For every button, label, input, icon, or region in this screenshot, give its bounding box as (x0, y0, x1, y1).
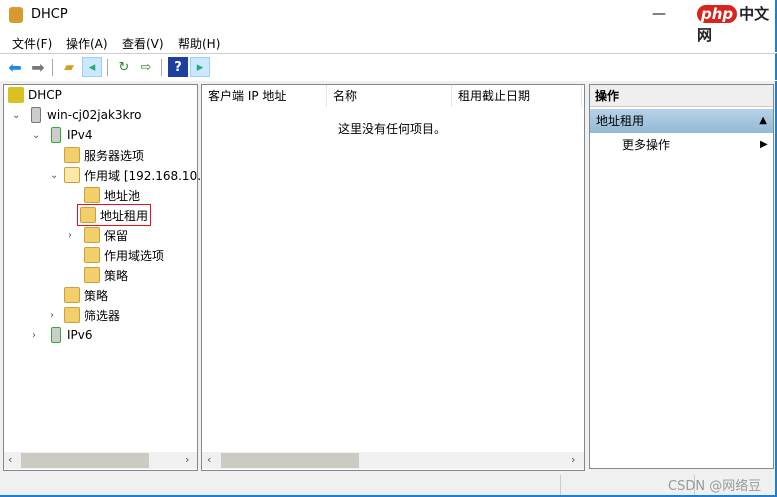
tree-item-dhcp[interactable]: DHCP (8, 85, 62, 105)
menu-file[interactable]: 文件(F) (12, 35, 52, 52)
dhcp-icon (8, 87, 24, 103)
tree-item-ipv4[interactable]: ⌄ IPv4 (32, 125, 93, 145)
folder-icon (84, 227, 100, 243)
filter-icon (64, 307, 80, 323)
refresh-icon[interactable]: ↻ (114, 57, 134, 77)
show-hide-console-tree-icon[interactable]: ◂ (82, 57, 102, 77)
csdn-credit: CSDN @网络豆 (668, 479, 762, 494)
status-bar: CSDN @网络豆 (0, 473, 777, 497)
help-icon[interactable]: ? (168, 57, 188, 77)
tree-item-scope-options[interactable]: 作用域选项 (84, 245, 164, 265)
folder-icon (84, 247, 100, 263)
results-pane: 客户端 IP 地址 名称 租用截止日期 这里没有任何项目。 ‹ › (201, 84, 585, 471)
tree-item-scope[interactable]: ⌄ 作用域 [192.168.10. (50, 165, 201, 185)
tree-item-reservations[interactable]: › 保留 (68, 225, 128, 245)
tree-item-server-options[interactable]: 服务器选项 (64, 145, 144, 165)
more-actions[interactable]: 更多操作 ▶ (622, 135, 768, 155)
chevron-down-icon[interactable]: ⌄ (50, 170, 60, 181)
show-hide-action-pane-icon[interactable]: ▸ (190, 57, 210, 77)
dhcp-app-icon (9, 7, 23, 23)
export-list-icon[interactable]: ⇨ (136, 57, 156, 77)
options-folder-icon (64, 147, 80, 163)
policy-icon (84, 267, 100, 283)
horizontal-scrollbar[interactable]: ‹ › (4, 452, 197, 469)
actions-header: 操作 (590, 85, 773, 107)
tree-item-policies[interactable]: 策略 (64, 285, 108, 305)
menu-view[interactable]: 查看(V) (122, 35, 164, 52)
tree-item-server[interactable]: ⌄ win-cj02jak3kro (12, 105, 142, 125)
menu-action[interactable]: 操作(A) (66, 35, 108, 52)
toolbar: ⬅ ➡ ▰ ◂ ↻ ⇨ ? ▸ (0, 53, 777, 80)
tree-item-filters[interactable]: › 筛选器 (50, 305, 120, 325)
chevron-right-icon[interactable]: › (68, 230, 78, 241)
up-folder-icon[interactable]: ▰ (59, 57, 79, 77)
actions-pane: 操作 地址租用 ▲ 更多操作 ▶ (589, 84, 774, 469)
empty-list-message: 这里没有任何项目。 (338, 122, 447, 136)
window-title: DHCP (31, 7, 68, 22)
lease-folder-icon (80, 207, 96, 223)
open-folder-icon (64, 167, 80, 183)
chevron-right-icon[interactable]: › (32, 330, 42, 341)
server-icon (31, 107, 41, 123)
tree-item-ipv6[interactable]: › IPv6 (32, 325, 93, 345)
actions-section-address-leases[interactable]: 地址租用 ▲ (590, 109, 773, 133)
menu-help[interactable]: 帮助(H) (178, 35, 220, 52)
folder-icon (84, 187, 100, 203)
forward-arrow-icon[interactable]: ➡ (28, 57, 48, 77)
ipv6-icon (51, 327, 61, 343)
column-header-name[interactable]: 名称 (327, 85, 452, 107)
tree-item-scope-policies[interactable]: 策略 (84, 265, 128, 285)
minimize-button[interactable]: — (652, 6, 666, 22)
chevron-right-icon[interactable]: › (50, 310, 60, 321)
scroll-right-icon[interactable]: › (571, 453, 575, 466)
chevron-down-icon[interactable]: ⌄ (12, 110, 22, 121)
scroll-left-icon[interactable]: ‹ (207, 453, 211, 466)
policy-icon (64, 287, 80, 303)
horizontal-scrollbar[interactable]: ‹ › (202, 452, 584, 469)
title-bar: DHCP — php 中文网 (0, 0, 777, 44)
console-tree: DHCP ⌄ win-cj02jak3kro ⌄ IPv4 服务器选项 ⌄ 作用域 [… (3, 84, 201, 471)
submenu-arrow-icon: ▶ (760, 139, 768, 150)
console-body: DHCP ⌄ win-cj02jak3kro ⌄ IPv4 服务器选项 ⌄ 作用域 [… (0, 81, 777, 473)
back-arrow-icon[interactable]: ⬅ (5, 57, 25, 77)
scroll-thumb[interactable] (221, 453, 359, 468)
column-header-lease-expiration[interactable]: 租用截止日期 (452, 85, 582, 107)
column-header-client-ip[interactable]: 客户端 IP 地址 (202, 85, 327, 107)
scroll-thumb[interactable] (21, 453, 149, 468)
tree-item-address-pool[interactable]: 地址池 (84, 185, 140, 205)
menu-bar: 文件(F) 操作(A) 查看(V) 帮助(H) (0, 30, 777, 52)
tree-item-address-leases[interactable]: 地址租用 (76, 204, 152, 226)
collapse-up-icon[interactable]: ▲ (759, 109, 767, 133)
scroll-left-icon[interactable]: ‹ (8, 453, 12, 466)
scroll-right-icon[interactable]: › (185, 453, 189, 466)
chevron-down-icon[interactable]: ⌄ (32, 130, 42, 141)
ipv4-icon (51, 127, 61, 143)
